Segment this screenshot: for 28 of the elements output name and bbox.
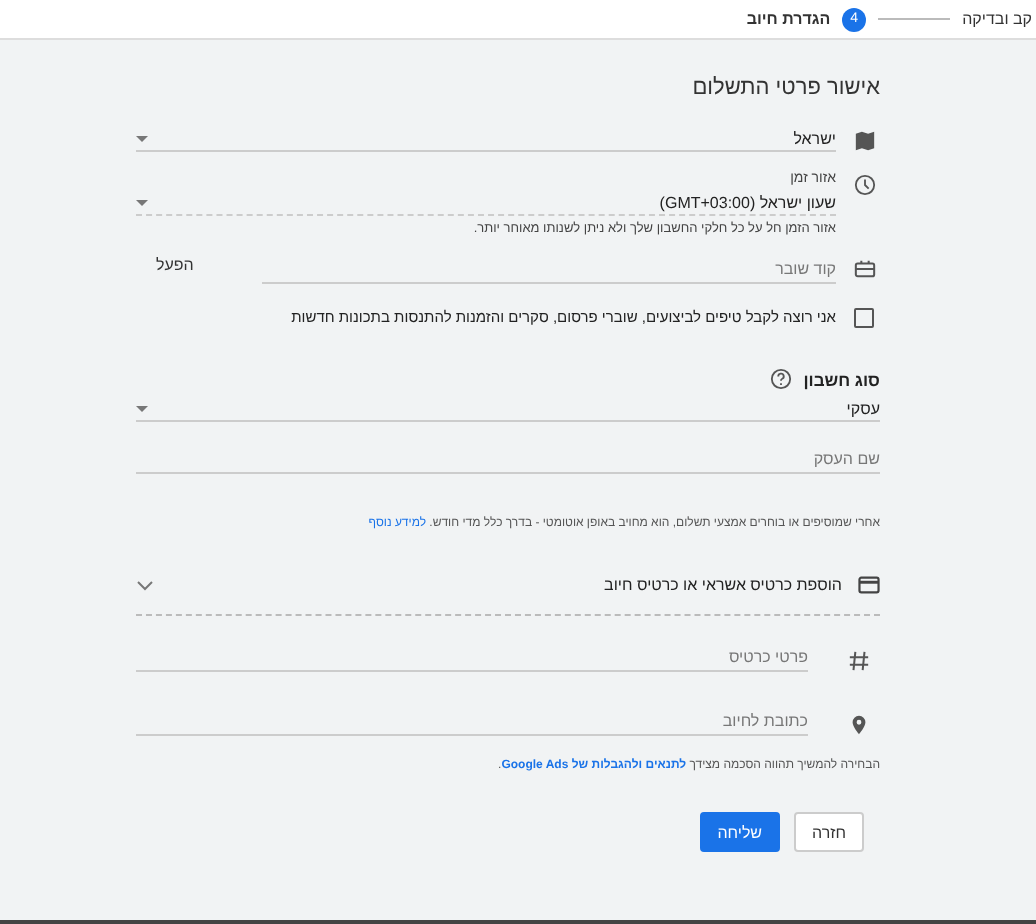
step-label[interactable]: קב ובדיקה <box>962 10 1032 28</box>
add-card-section[interactable]: הוספת כרטיס אשראי או כרטיס חיוב <box>136 574 880 616</box>
add-card-title: הוספת כרטיס אשראי או כרטיס חיוב <box>602 576 842 594</box>
voucher-code-field[interactable]: קוד שובר <box>261 256 836 284</box>
apply-button[interactable]: הפעל <box>136 256 214 274</box>
back-button[interactable]: חזרה <box>794 812 864 852</box>
help-icon <box>769 368 792 390</box>
location-pin-icon <box>847 714 869 736</box>
ticket-icon <box>853 258 875 280</box>
credit-card-icon <box>858 574 880 596</box>
map-icon <box>853 130 875 152</box>
chevron-icon[interactable] <box>136 579 154 591</box>
business-name-field[interactable]: שם העסק <box>136 446 880 474</box>
clock-icon <box>853 174 875 196</box>
account-type-label: סוג חשבון <box>803 369 880 389</box>
hash-icon <box>847 650 869 672</box>
step-label[interactable]: הגדרת חיוב <box>746 10 831 28</box>
checkbox[interactable] <box>854 308 874 328</box>
timezone-select[interactable]: שעון ישראל (GMT+03:00) <box>136 192 836 216</box>
dropdown-caret-icon[interactable] <box>136 135 148 143</box>
card-details-field[interactable]: פרטי כרטיס <box>136 644 808 672</box>
page-title: אישור פרטי התשלום <box>690 76 880 100</box>
dropdown-caret-icon[interactable] <box>136 405 148 413</box>
country-select[interactable]: ישראל <box>136 128 836 152</box>
billing-address-field[interactable]: כתובת לחיוב <box>136 708 808 736</box>
account-type-select[interactable]: עסקי <box>136 398 880 422</box>
send-button[interactable]: שליחה <box>699 812 781 852</box>
dropdown-caret-icon[interactable] <box>136 199 148 207</box>
